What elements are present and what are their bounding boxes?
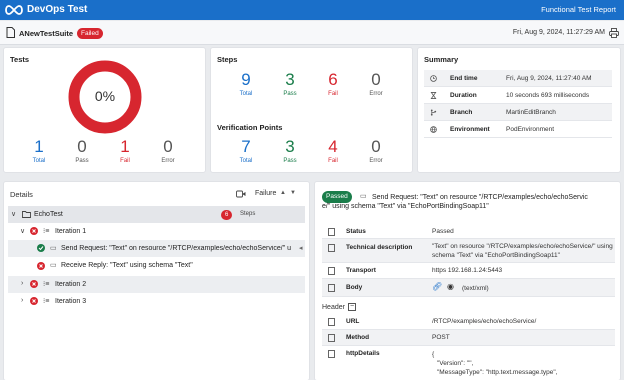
- app-title: DevOps Test: [27, 4, 88, 15]
- header-section-label: Header: [322, 304, 345, 311]
- detail-row-status: Status Passed: [322, 224, 615, 239]
- status-badge: Failed: [77, 28, 103, 39]
- folder-icon: [22, 211, 31, 218]
- view-icon[interactable]: ◉: [447, 282, 454, 291]
- steps-fail: 6 Fail: [328, 70, 338, 98]
- list-icon: ⁝≡: [43, 298, 50, 305]
- summary-row-duration: Duration 10 seconds 693 milliseconds: [424, 87, 612, 104]
- report-type: Functional Test Report: [541, 5, 616, 14]
- summary-row-environment: Environment PodEnvironment: [424, 121, 612, 138]
- suite-bar: ANewTestSuite Failed Fri, Aug 9, 2024, 1…: [0, 21, 624, 45]
- tests-error: 0 Error: [161, 137, 175, 165]
- steps-error: 0 Error: [369, 70, 383, 98]
- message-icon: ▭: [50, 245, 57, 252]
- detail-row-transport: Transport https 192.168.1.24:5443: [322, 263, 615, 279]
- fail-icon: [30, 280, 38, 288]
- message-icon: ▭: [50, 262, 57, 269]
- vp-fail: 4 Fail: [328, 137, 338, 165]
- tree-row-iteration-2[interactable]: › ⁝≡ Iteration 2: [8, 276, 305, 293]
- steps-total: 9 Total: [239, 70, 253, 98]
- fail-icon: [37, 262, 45, 270]
- summary-row-end-time: End time Fri, Aug 9, 2024, 11:27:40 AM: [424, 70, 612, 87]
- fail-icon: [30, 227, 38, 235]
- collapse-icon[interactable]: −: [348, 303, 356, 311]
- details-title: Details: [10, 190, 33, 199]
- video-icon: [236, 190, 246, 198]
- detail-row-body: Body 🔗︎ ◉ (text/xml): [322, 279, 615, 297]
- doc-icon: [328, 318, 335, 326]
- tests-fail: 1 Fail: [120, 137, 130, 165]
- tree-row-receive-reply[interactable]: ▭ Receive Reply: "Text" using schema "Te…: [8, 257, 305, 274]
- globe-icon: [430, 126, 437, 133]
- tests-total: 1 Total: [32, 137, 46, 165]
- hourglass-icon: [430, 92, 437, 99]
- list-icon: ⁝≡: [43, 228, 50, 235]
- tree-row-send-request[interactable]: ▭ Send Request: "Text" on resource "/RTC…: [8, 240, 305, 257]
- steps-title: Steps: [217, 55, 238, 64]
- header-row-method: Method POST: [322, 330, 615, 346]
- sort-icon[interactable]: ▲: [280, 190, 286, 196]
- chevron-down-icon[interactable]: ∨: [20, 227, 25, 235]
- app-header: DevOps Test Functional Test Report: [0, 0, 624, 20]
- branch-icon: [430, 109, 437, 116]
- summary-row-branch: Branch MartinEditBranch: [424, 104, 612, 121]
- fail-icon: [30, 297, 38, 305]
- tree-row-iteration-1[interactable]: ∨ ⁝≡ Iteration 1: [8, 223, 305, 240]
- chevron-right-icon[interactable]: ›: [21, 280, 23, 287]
- doc-icon: [328, 267, 335, 275]
- request-title-line2: e/" using schema "Text" via "EchoPortBin…: [322, 203, 489, 210]
- suite-date: Fri, Aug 9, 2024, 11:27:29 AM: [512, 29, 605, 36]
- summary-title: Summary: [424, 55, 459, 64]
- chevron-down-icon[interactable]: ∨: [11, 210, 16, 218]
- steps-card: Steps 9 Total 3 Pass 6 Fail 0 Error Verifica…: [210, 47, 413, 173]
- doc-icon: [328, 284, 335, 292]
- filter-value: Failure: [255, 190, 277, 197]
- request-title-line1: Send Request: "Text" on resource "/RTCP/…: [372, 194, 588, 201]
- steps-pass: 3 Pass: [283, 70, 297, 98]
- doc-icon: [328, 334, 335, 342]
- tests-pass: 0 Pass: [75, 137, 89, 165]
- doc-icon: [328, 350, 335, 358]
- tests-card: Tests 0% 1 Total 0 Pass 1 Fail 0 Error: [3, 47, 206, 173]
- document-icon: [6, 27, 15, 38]
- infinity-logo-icon: [5, 5, 23, 15]
- chevron-right-icon[interactable]: ›: [21, 297, 23, 304]
- list-icon: ⁝≡: [43, 281, 50, 288]
- suite-name: ANewTestSuite: [19, 29, 74, 38]
- doc-icon: [328, 244, 335, 252]
- tests-percent: 0%: [94, 88, 116, 104]
- header-row-httpdetails: httpDetails { "Version": "", "MessageTyp…: [322, 346, 615, 380]
- print-icon[interactable]: [609, 28, 619, 38]
- verification-title: Verification Points: [217, 123, 283, 132]
- summary-table: End time Fri, Aug 9, 2024, 11:27:40 AM D…: [424, 70, 612, 138]
- pass-icon: [37, 244, 45, 252]
- vp-total: 7 Total: [239, 137, 253, 165]
- message-icon: ▭: [360, 193, 367, 200]
- tree-row-echotest[interactable]: ∨ EchoTest 6 Steps: [8, 206, 305, 223]
- steps-count-label: Steps: [240, 211, 256, 217]
- detail-row-technical-description: Technical description "Text" on resource…: [322, 239, 615, 263]
- steps-count-badge: 6: [221, 210, 233, 220]
- vp-pass: 3 Pass: [283, 137, 297, 165]
- tests-title: Tests: [10, 55, 30, 64]
- header-row-url: URL /RTCP/examples/echo/echoService/: [322, 314, 615, 330]
- tree-row-iteration-3[interactable]: › ⁝≡ Iteration 3: [8, 293, 305, 310]
- doc-icon: [328, 228, 335, 236]
- clock-icon: [430, 75, 437, 82]
- passed-badge: Passed: [322, 191, 352, 203]
- chevron-down-icon[interactable]: ▼: [290, 190, 296, 196]
- vp-error: 0 Error: [369, 137, 383, 165]
- attachment-icon[interactable]: 🔗︎: [432, 282, 442, 291]
- overflow-indicator: ◂: [299, 245, 303, 252]
- failure-filter[interactable]: Failure ▲ ▼: [233, 187, 301, 201]
